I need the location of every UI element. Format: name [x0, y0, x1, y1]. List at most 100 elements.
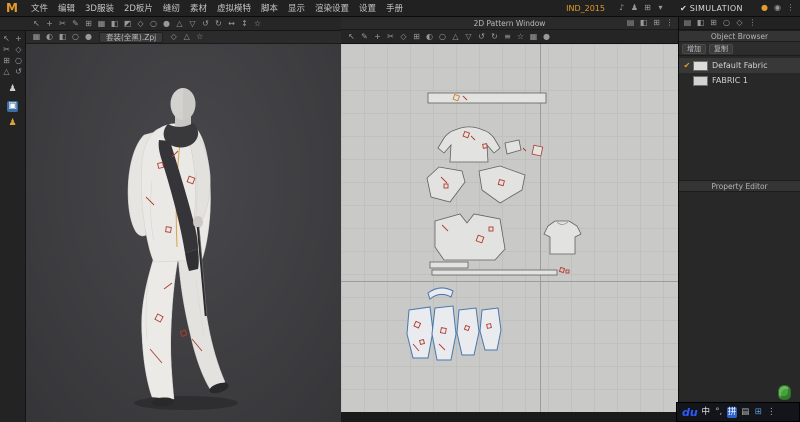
- triangle-down-2d-icon[interactable]: ▽: [463, 31, 474, 42]
- volume-icon[interactable]: ♪: [616, 3, 627, 14]
- panel-more-icon[interactable]: ⋮: [785, 3, 796, 14]
- simulation-label[interactable]: SIMULATION: [690, 4, 758, 13]
- menu-item-1[interactable]: 文件: [26, 2, 53, 14]
- property-editor-header[interactable]: Property Editor: [679, 180, 800, 192]
- arrow-vertical-icon[interactable]: ↕: [239, 18, 250, 29]
- half-shade-icon[interactable]: ◧: [109, 18, 120, 29]
- pants-panel-1[interactable]: [406, 306, 434, 359]
- triangle-down-icon[interactable]: ▽: [187, 18, 198, 29]
- mesh-icon[interactable]: ⊞: [1, 55, 12, 66]
- list-view-icon[interactable]: ▤: [682, 18, 693, 29]
- triangle-up-2d-icon[interactable]: △: [450, 31, 461, 42]
- render-mode-icon[interactable]: ▦: [31, 32, 42, 43]
- more-icon[interactable]: ⋮: [747, 18, 758, 29]
- diamond-tool-icon[interactable]: ◇: [135, 18, 146, 29]
- redo-2d-icon[interactable]: ↻: [489, 31, 500, 42]
- ime-punctuation[interactable]: °,: [714, 407, 724, 418]
- dot-2d-icon[interactable]: ●: [541, 31, 552, 42]
- ime-keyboard-icon[interactable]: ▤: [740, 407, 750, 418]
- bodice-front[interactable]: [434, 213, 506, 261]
- apps-icon[interactable]: ⊞: [642, 3, 653, 14]
- viewport-2d-canvas[interactable]: [341, 44, 678, 412]
- list-2d-icon[interactable]: ≡: [502, 31, 513, 42]
- pointer-tool-icon[interactable]: ↖: [1, 33, 12, 44]
- grid-icon[interactable]: ⊞: [83, 18, 94, 29]
- scissors-icon[interactable]: ✂: [57, 18, 68, 29]
- dropdown-icon[interactable]: ▾: [655, 3, 666, 14]
- window-menu-icon[interactable]: ⋮: [664, 18, 675, 29]
- menu-item-6[interactable]: 素材: [185, 2, 212, 14]
- small-square-patch[interactable]: [531, 144, 544, 157]
- triangle-icon[interactable]: △: [1, 66, 12, 77]
- status-dot-icon[interactable]: ●: [759, 3, 770, 14]
- circle-2d-icon[interactable]: ○: [437, 31, 448, 42]
- gizmo-icon[interactable]: ◇: [168, 32, 179, 43]
- circle-icon[interactable]: ○: [13, 55, 24, 66]
- layout-icon[interactable]: ▤: [625, 18, 636, 29]
- triangle-up-icon[interactable]: △: [174, 18, 185, 29]
- menu-item-12[interactable]: 手册: [381, 2, 408, 14]
- sleeve-left[interactable]: [426, 166, 466, 203]
- pen-icon[interactable]: ✎: [70, 18, 81, 29]
- star-2d-icon[interactable]: ☆: [515, 31, 526, 42]
- bookmark-icon[interactable]: ☆: [194, 32, 205, 43]
- camera-icon[interactable]: △: [181, 32, 192, 43]
- menu-item-9[interactable]: 显示: [283, 2, 310, 14]
- user-icon[interactable]: ♟: [629, 3, 640, 14]
- sync-icon[interactable]: ○: [721, 18, 732, 29]
- undo-icon[interactable]: ↺: [200, 18, 211, 29]
- hatch-2d-icon[interactable]: ▦: [528, 31, 539, 42]
- add-pattern-icon[interactable]: +: [372, 31, 383, 42]
- garment-tab-icon[interactable]: ▣: [7, 101, 18, 112]
- circle-tool-icon[interactable]: ○: [148, 18, 159, 29]
- grid-2d-icon[interactable]: ⊞: [411, 31, 422, 42]
- split-view-icon[interactable]: ◧: [695, 18, 706, 29]
- ime-language-mode[interactable]: 中: [701, 407, 711, 418]
- edit-pattern-icon[interactable]: ✎: [359, 31, 370, 42]
- select-tool-icon[interactable]: ↖: [31, 18, 42, 29]
- redo-icon[interactable]: ↻: [213, 18, 224, 29]
- binding-strip-long[interactable]: [431, 269, 558, 276]
- diamond-2d-icon[interactable]: ◇: [398, 31, 409, 42]
- ime-more-icon[interactable]: ⋮: [766, 407, 776, 418]
- pants-panel-4[interactable]: [479, 307, 502, 351]
- ime-pinyin-icon[interactable]: 拼: [726, 406, 738, 418]
- menu-item-8[interactable]: 脚本: [256, 2, 283, 14]
- corner-shade-icon[interactable]: ◩: [122, 18, 133, 29]
- cut-tool-icon[interactable]: ✂: [1, 44, 12, 55]
- split-icon[interactable]: ◧: [638, 18, 649, 29]
- record-icon[interactable]: ◉: [772, 3, 783, 14]
- pants-panel-3[interactable]: [456, 307, 480, 356]
- dot-tool-icon[interactable]: ●: [161, 18, 172, 29]
- object-browser-button-1[interactable]: 增加: [682, 43, 706, 54]
- ime-apps-icon[interactable]: ⊞: [753, 407, 763, 418]
- windows-icon[interactable]: ⊞: [651, 18, 662, 29]
- fabric-row[interactable]: FABRIC 1: [679, 73, 800, 88]
- star-icon[interactable]: ☆: [252, 18, 263, 29]
- filter-icon[interactable]: ◇: [734, 18, 745, 29]
- point-mode-icon[interactable]: ●: [83, 32, 94, 43]
- project-file-tab[interactable]: 套装(全黑).Zpj: [99, 31, 164, 43]
- menu-item-5[interactable]: 缝纫: [158, 2, 185, 14]
- plus-tool-icon[interactable]: +: [13, 33, 24, 44]
- trace-icon[interactable]: ✂: [385, 31, 396, 42]
- pattern-icon[interactable]: ▦: [96, 18, 107, 29]
- collar-band[interactable]: [427, 287, 454, 300]
- transform-pattern-icon[interactable]: ↖: [346, 31, 357, 42]
- sleeve-right[interactable]: [478, 165, 526, 204]
- object-browser-header[interactable]: Object Browser: [679, 30, 800, 42]
- rotate-icon[interactable]: ↺: [13, 66, 24, 77]
- add-view-icon[interactable]: ⊞: [708, 18, 719, 29]
- menu-item-11[interactable]: 设置: [354, 2, 381, 14]
- wireframe-mode-icon[interactable]: ○: [70, 32, 81, 43]
- menu-item-4[interactable]: 2D板片: [119, 2, 158, 14]
- menu-item-7[interactable]: 虚拟模特: [212, 2, 256, 14]
- side-panel[interactable]: [504, 139, 522, 155]
- contrast-icon[interactable]: ◐: [424, 31, 435, 42]
- desktop-pet-icon[interactable]: [778, 385, 791, 400]
- binding-strip-short[interactable]: [429, 261, 469, 269]
- bodice-back[interactable]: [437, 126, 501, 163]
- menu-item-2[interactable]: 编辑: [53, 2, 80, 14]
- texture-mode-icon[interactable]: ◧: [57, 32, 68, 43]
- menu-item-10[interactable]: 渲染设置: [310, 2, 354, 14]
